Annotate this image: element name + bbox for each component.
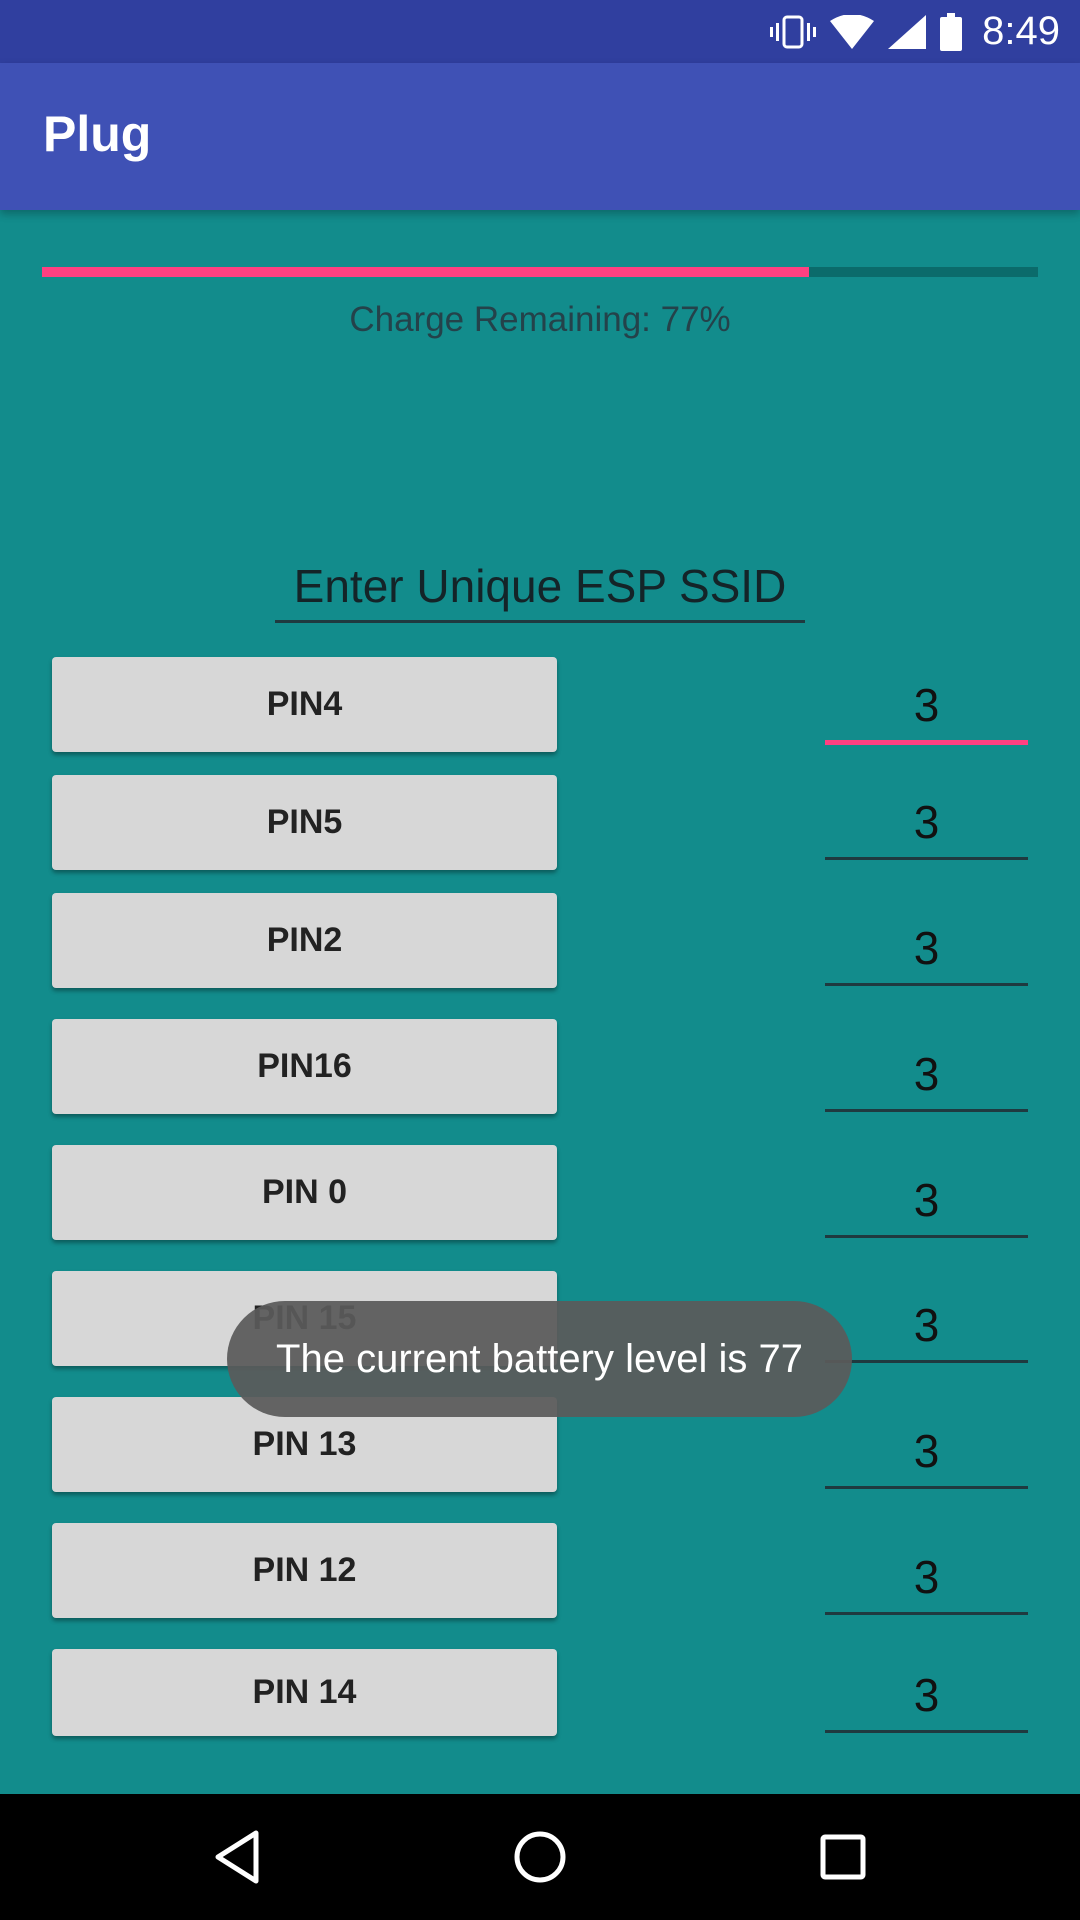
status-bar: 8:49 (0, 0, 1080, 63)
recents-icon[interactable] (810, 1824, 876, 1890)
pin-button-pin2[interactable]: PIN2 (52, 893, 557, 988)
ssid-input[interactable]: Enter Unique ESP SSID (275, 552, 805, 623)
app-bar: Plug (0, 63, 1080, 210)
pin0-value-input[interactable]: 3 (825, 1165, 1028, 1238)
pin-button-pin4[interactable]: PIN4 (52, 657, 557, 752)
home-icon[interactable] (507, 1824, 573, 1890)
pin14-value-input[interactable]: 3 (825, 1660, 1028, 1733)
navigation-bar (0, 1794, 1080, 1920)
ssid-input-placeholder: Enter Unique ESP SSID (293, 560, 787, 612)
pin-button-pin12[interactable]: PIN 12 (52, 1523, 557, 1618)
status-time: 8:49 (982, 9, 1060, 53)
status-icons: 8:49 (770, 0, 1060, 63)
back-icon[interactable] (204, 1824, 270, 1890)
main-content: Charge Remaining: 77% Enter Unique ESP S… (0, 210, 1080, 1794)
pin2-value-input[interactable]: 3 (825, 913, 1028, 986)
pin13-value-input[interactable]: 3 (825, 1416, 1028, 1489)
signal-icon (888, 14, 927, 49)
vibrate-icon (770, 15, 817, 49)
pin5-value-input[interactable]: 3 (825, 787, 1028, 860)
pin-button-pin5[interactable]: PIN5 (52, 775, 557, 870)
battery-icon (940, 12, 963, 51)
pin15-value-input[interactable]: 3 (825, 1290, 1028, 1363)
battery-progress-fill (42, 267, 809, 277)
charge-remaining-label: Charge Remaining: 77% (349, 300, 731, 339)
wifi-icon (830, 14, 875, 49)
pin-button-pin16[interactable]: PIN16 (52, 1019, 557, 1114)
toast-message: The current battery level is 77 (227, 1301, 852, 1417)
pin4-value-input[interactable]: 3 (825, 670, 1028, 745)
pin-button-pin14[interactable]: PIN 14 (52, 1649, 557, 1736)
pin16-value-input[interactable]: 3 (825, 1039, 1028, 1112)
battery-progress-bar (42, 267, 1038, 277)
pin12-value-input[interactable]: 3 (825, 1542, 1028, 1615)
pin-button-pin0[interactable]: PIN 0 (52, 1145, 557, 1240)
app-title: Plug (43, 106, 152, 162)
